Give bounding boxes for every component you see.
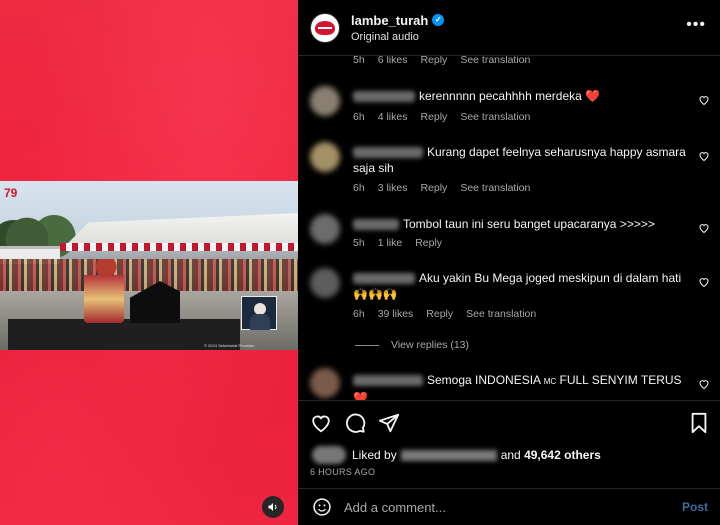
verified-badge-icon: ✓ xyxy=(432,14,445,26)
comment-text: Semoga INDONESIA MC FULL SENYIM TERUS ❤️ xyxy=(353,372,688,400)
liked-by-prefix: Liked by xyxy=(352,448,397,462)
comment-time: 5h xyxy=(353,237,365,249)
post-header: lambe_turah ✓ Original audio ••• xyxy=(298,0,720,56)
comment-meta: 5h 6 likes Reply See translation xyxy=(353,56,530,66)
comment-bubble-icon[interactable] xyxy=(344,412,366,434)
comment-body: Tombol taun ini seru banget upacaranya >… xyxy=(403,217,655,231)
comment-username-blurred[interactable] xyxy=(353,273,415,285)
comment-body: Semoga INDONESIA xyxy=(427,373,544,387)
video-caption: © 2024 Sekretariat Presiden xyxy=(204,343,255,348)
share-paper-plane-icon[interactable] xyxy=(378,412,400,434)
comment-meta: 6h 3 likes Reply See translation xyxy=(353,182,530,194)
comment-avatar[interactable] xyxy=(310,214,340,244)
reply-link[interactable]: Reply xyxy=(420,56,447,66)
comment-likes[interactable]: 3 likes xyxy=(378,182,408,194)
post-timestamp: 6 HOURS AGO xyxy=(310,467,376,477)
add-comment-bar: Post xyxy=(298,488,720,525)
comment-likes[interactable]: 39 likes xyxy=(378,308,414,320)
comment-meta: 6h 4 likes Reply See translation xyxy=(353,111,530,123)
comment-avatar[interactable] xyxy=(310,142,340,172)
like-heart-icon[interactable] xyxy=(310,412,332,434)
comment-text: Tombol taun ini seru banget upacaranya >… xyxy=(353,216,688,232)
see-translation-link[interactable]: See translation xyxy=(466,308,536,320)
see-translation-link[interactable]: See translation xyxy=(460,111,530,123)
comment-likes[interactable]: 4 likes xyxy=(378,111,408,123)
post-actions-bar xyxy=(298,400,720,444)
header-text: lambe_turah ✓ Original audio xyxy=(351,13,445,43)
liked-by-and: and xyxy=(500,448,521,462)
comment-emoji: ❤️ xyxy=(353,391,368,400)
likes-count[interactable]: 49,642 others xyxy=(524,448,601,462)
likers-avatars[interactable] xyxy=(312,446,346,464)
reply-link[interactable]: Reply xyxy=(415,237,442,249)
comment-likes[interactable]: 6 likes xyxy=(378,56,408,66)
comment-likes[interactable]: 1 like xyxy=(378,237,403,249)
reply-link[interactable]: Reply xyxy=(426,308,453,320)
likes-summary: Liked by and 49,642 others xyxy=(310,444,601,466)
reply-link[interactable]: Reply xyxy=(420,111,447,123)
post-comment-button[interactable]: Post xyxy=(682,500,708,514)
lips-logo-icon xyxy=(315,20,335,35)
like-comment-heart-icon[interactable] xyxy=(698,276,710,288)
comment-username-blurred[interactable] xyxy=(353,91,415,103)
comment-time: 6h xyxy=(353,182,365,194)
video-player[interactable]: 79 © 2024 Sekretariat Presiden xyxy=(0,181,298,350)
see-translation-link[interactable]: See translation xyxy=(460,56,530,66)
like-comment-heart-icon[interactable] xyxy=(698,150,710,162)
more-options-icon[interactable]: ••• xyxy=(686,16,706,34)
comment-body: kerennnnn pecahhhh merdeka xyxy=(419,89,582,103)
like-comment-heart-icon[interactable] xyxy=(698,378,710,390)
comments-list: 5h 6 likes Reply See translation kerennn… xyxy=(298,56,720,400)
like-comment-heart-icon[interactable] xyxy=(698,94,710,106)
liker-username-blurred[interactable] xyxy=(400,449,497,461)
comment-time: 5h xyxy=(353,56,365,66)
audio-label[interactable]: Original audio xyxy=(351,31,444,43)
comment-superscript: MC xyxy=(543,377,557,386)
instagram-post-viewer: 79 © 2024 Sekretariat Presiden lambe_tur… xyxy=(0,0,720,525)
comment-avatar[interactable] xyxy=(310,268,340,298)
view-replies-link[interactable]: View replies (13) xyxy=(355,339,469,351)
emoji-picker-icon[interactable] xyxy=(312,497,332,517)
comment-text: Kurang dapet feelnya seharusnya happy as… xyxy=(353,144,688,176)
see-translation-link[interactable]: See translation xyxy=(460,182,530,194)
replies-divider xyxy=(355,344,379,346)
speaker-icon xyxy=(268,503,277,511)
add-comment-input[interactable] xyxy=(344,499,682,515)
comment-avatar[interactable] xyxy=(310,368,340,398)
comment-meta: 6h 39 likes Reply See translation xyxy=(353,308,536,320)
sign-language-interpreter-inset xyxy=(241,296,277,330)
view-replies-label: View replies (13) xyxy=(391,339,470,351)
anniversary-logo: 79 xyxy=(4,186,18,200)
save-bookmark-icon[interactable] xyxy=(688,412,710,434)
comment-username-blurred[interactable] xyxy=(353,219,399,231)
mute-toggle-button[interactable] xyxy=(262,496,284,518)
comment-username-blurred[interactable] xyxy=(353,147,423,159)
account-avatar[interactable] xyxy=(310,12,340,43)
media-pane: 79 © 2024 Sekretariat Presiden xyxy=(0,0,298,525)
comment-emoji: ❤️ xyxy=(585,89,601,103)
tent-trim-graphic xyxy=(60,243,298,251)
comment-emoji: 🙌🙌🙌 xyxy=(353,287,398,301)
account-username[interactable]: lambe_turah xyxy=(351,13,428,28)
comment-time: 6h xyxy=(353,111,365,123)
comment-meta: 5h 1 like Reply xyxy=(353,237,442,249)
comment-body-continued: FULL SENYIM TERUS xyxy=(556,373,682,387)
performer-graphic xyxy=(84,259,124,323)
comment-body: Aku yakin Bu Mega joged meskipun di dala… xyxy=(419,271,682,285)
comment-avatar[interactable] xyxy=(310,86,340,116)
reply-link[interactable]: Reply xyxy=(420,182,447,194)
comment-time: 6h xyxy=(353,308,365,320)
comment-username-blurred[interactable] xyxy=(353,375,423,387)
comment-text: kerennnnn pecahhhh merdeka ❤️ xyxy=(353,88,688,104)
post-side-panel: lambe_turah ✓ Original audio ••• 5h 6 li… xyxy=(298,0,720,525)
like-comment-heart-icon[interactable] xyxy=(698,222,710,234)
comment-text: Aku yakin Bu Mega joged meskipun di dala… xyxy=(353,270,688,302)
account-name-row: lambe_turah ✓ xyxy=(351,13,445,28)
